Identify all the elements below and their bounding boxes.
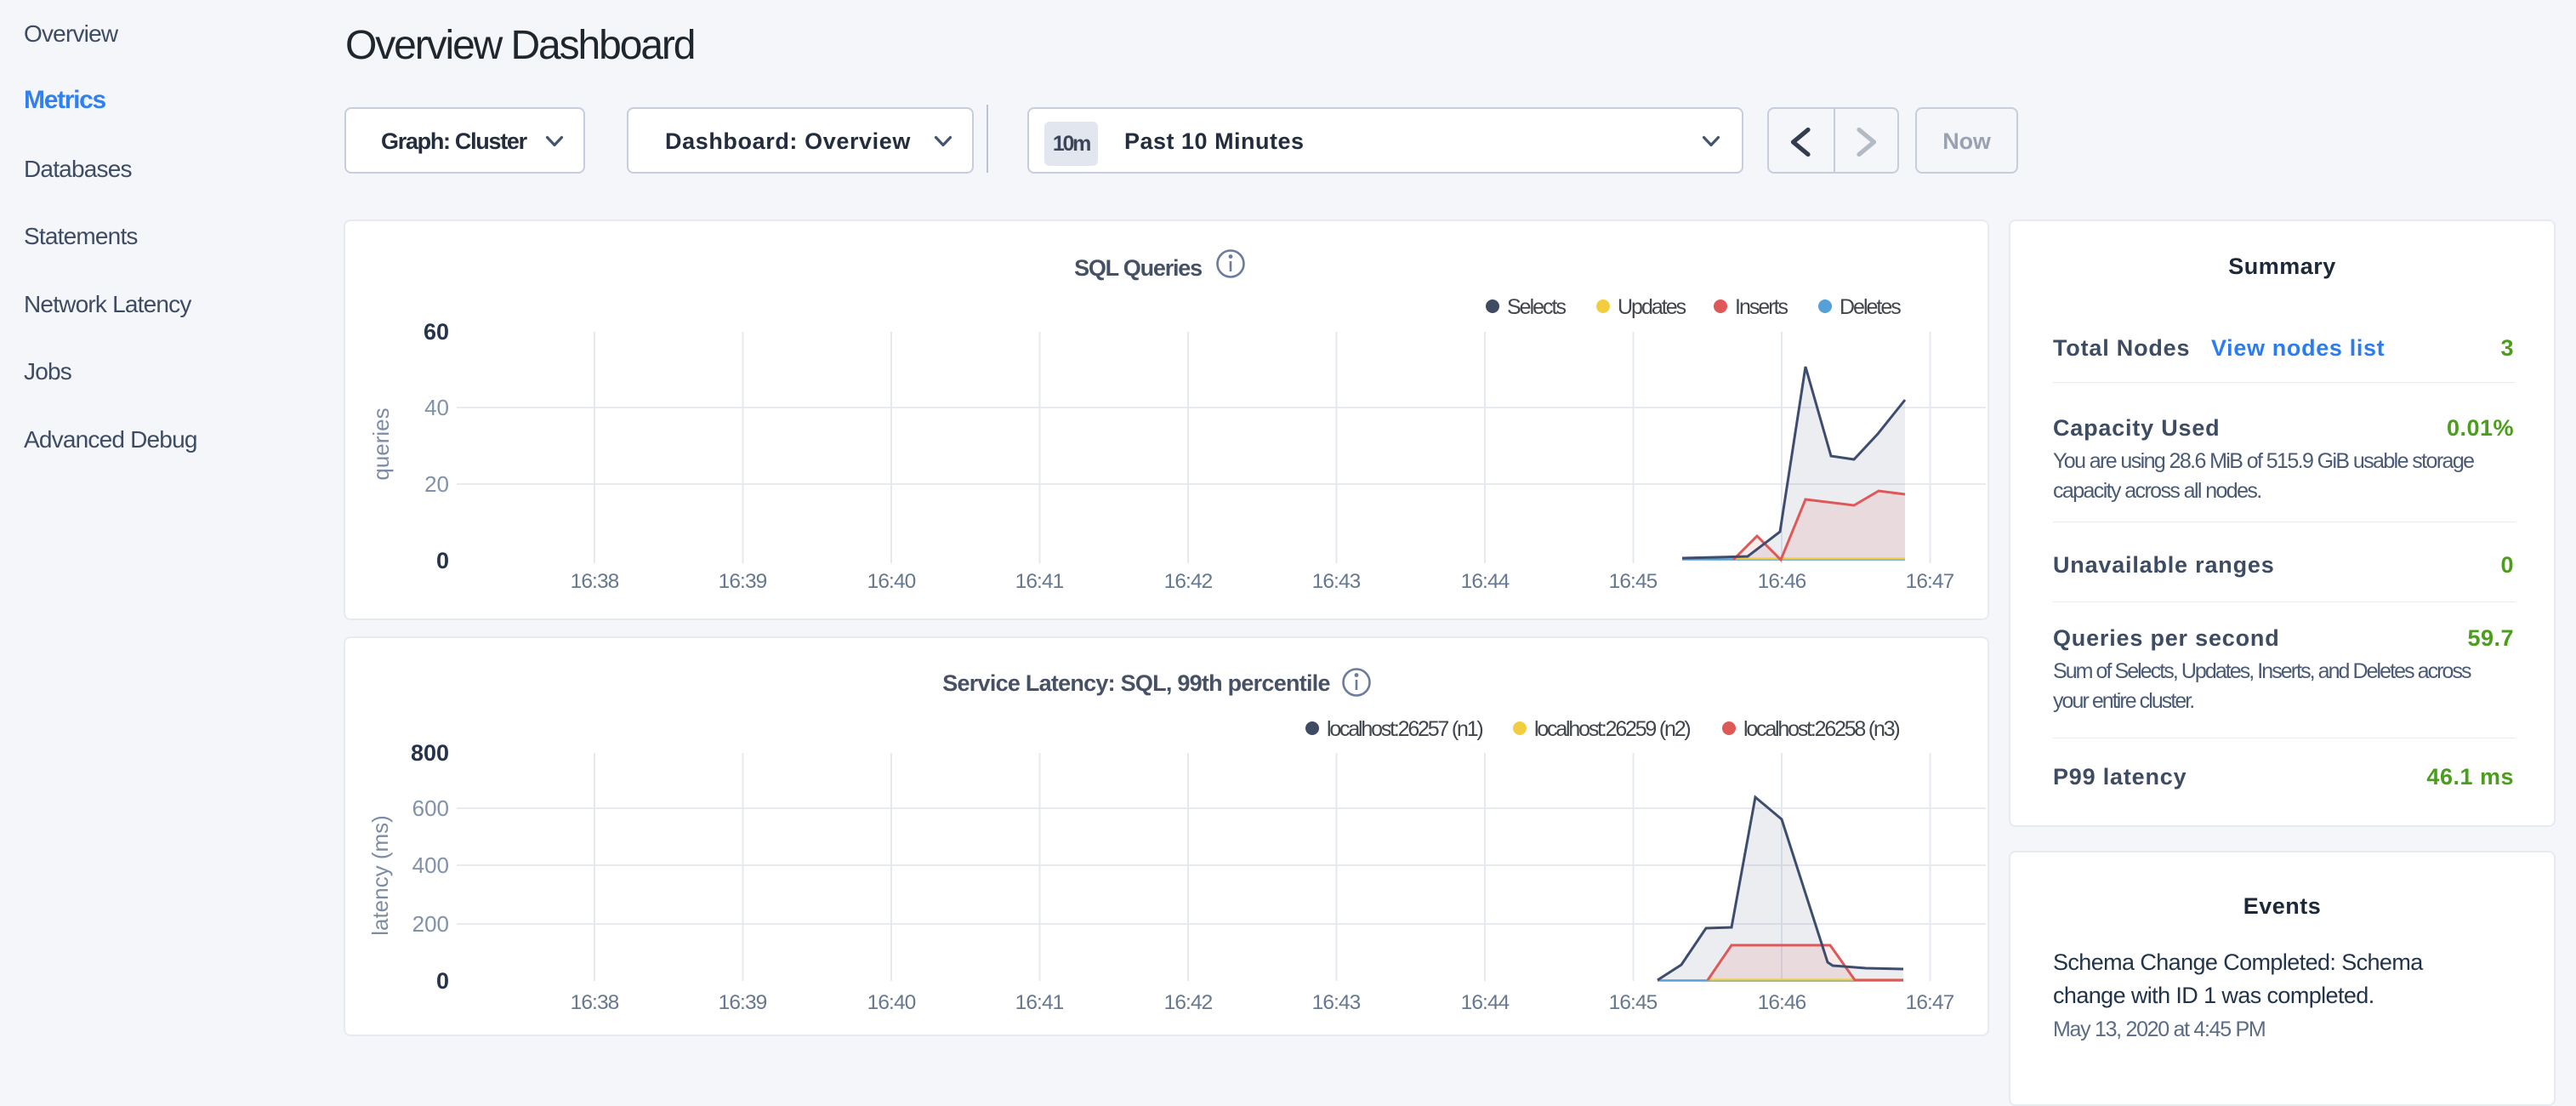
svg-text:0: 0 [436,548,449,573]
svg-text:Deletes: Deletes [1840,295,1901,319]
svg-text:16:45: 16:45 [1609,991,1658,1014]
svg-text:16:42: 16:42 [1164,991,1213,1014]
svg-text:localhost:26257 (n1): localhost:26257 (n1) [1327,717,1482,741]
svg-text:localhost:26259 (n2): localhost:26259 (n2) [1534,717,1690,741]
svg-text:20: 20 [424,471,449,497]
svg-text:16:47: 16:47 [1906,991,1954,1014]
svg-text:16:38: 16:38 [571,991,619,1014]
svg-text:localhost:26258 (n3): localhost:26258 (n3) [1743,717,1899,741]
svg-text:latency (ms): latency (ms) [367,815,393,936]
svg-text:16:47: 16:47 [1906,570,1954,593]
svg-text:400: 400 [412,852,449,878]
svg-text:Service Latency: SQL, 99th per: Service Latency: SQL, 99th percentile [942,670,1330,696]
svg-text:16:41: 16:41 [1015,570,1064,593]
svg-text:16:43: 16:43 [1312,570,1361,593]
svg-text:16:46: 16:46 [1758,991,1806,1014]
svg-text:SQL Queries: SQL Queries [1074,255,1202,281]
svg-text:16:40: 16:40 [867,570,916,593]
svg-text:16:46: 16:46 [1758,570,1806,593]
svg-text:16:45: 16:45 [1609,570,1658,593]
svg-text:16:43: 16:43 [1312,991,1361,1014]
svg-text:0: 0 [436,968,449,994]
svg-text:16:40: 16:40 [867,991,916,1014]
svg-text:600: 600 [412,795,449,821]
svg-text:16:39: 16:39 [719,991,767,1014]
svg-text:queries: queries [368,408,394,480]
svg-text:16:42: 16:42 [1164,570,1213,593]
svg-text:16:41: 16:41 [1015,991,1064,1014]
svg-text:16:44: 16:44 [1461,570,1510,593]
svg-text:40: 40 [424,395,449,420]
svg-text:60: 60 [424,319,449,345]
svg-text:Selects: Selects [1507,295,1566,319]
svg-text:16:38: 16:38 [571,570,619,593]
svg-text:16:44: 16:44 [1461,991,1510,1014]
svg-text:16:39: 16:39 [719,570,767,593]
svg-text:800: 800 [411,740,449,766]
svg-text:Inserts: Inserts [1735,295,1788,319]
svg-text:Updates: Updates [1618,295,1686,319]
svg-text:200: 200 [412,911,449,937]
